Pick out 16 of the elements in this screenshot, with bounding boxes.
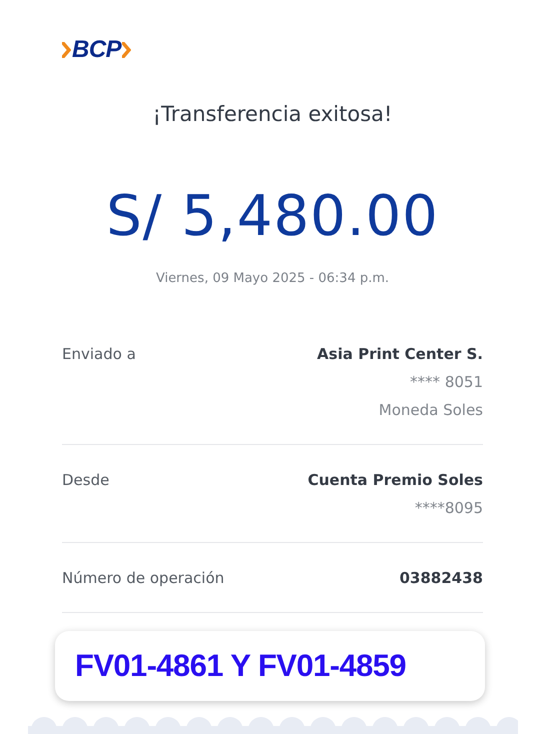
note-text: FV01-4861 Y FV01-4859	[75, 648, 406, 684]
detail-value: Asia Print Center S.	[317, 344, 483, 364]
detail-value: Moneda Soles	[378, 400, 483, 420]
chevron-icon	[62, 42, 71, 58]
detail-value: Cuenta Premio Soles	[308, 470, 483, 490]
success-title: ¡Transferencia exitosa!	[152, 102, 392, 126]
detail-label: Número de operación	[62, 568, 224, 588]
transfer-amount: S/ 5,480.00	[106, 184, 439, 249]
detail-label: Enviado a	[62, 344, 136, 365]
chevron-icon	[122, 42, 132, 58]
detail-value: 03882438	[400, 568, 483, 588]
detail-value: ****8095	[414, 498, 483, 518]
detail-value: **** 8051	[410, 372, 483, 392]
detail-label: Desde	[62, 470, 110, 491]
logo-text: BCP	[72, 36, 122, 64]
transfer-date: Viernes, 09 Mayo 2025 - 06:34 p.m.	[156, 271, 390, 286]
